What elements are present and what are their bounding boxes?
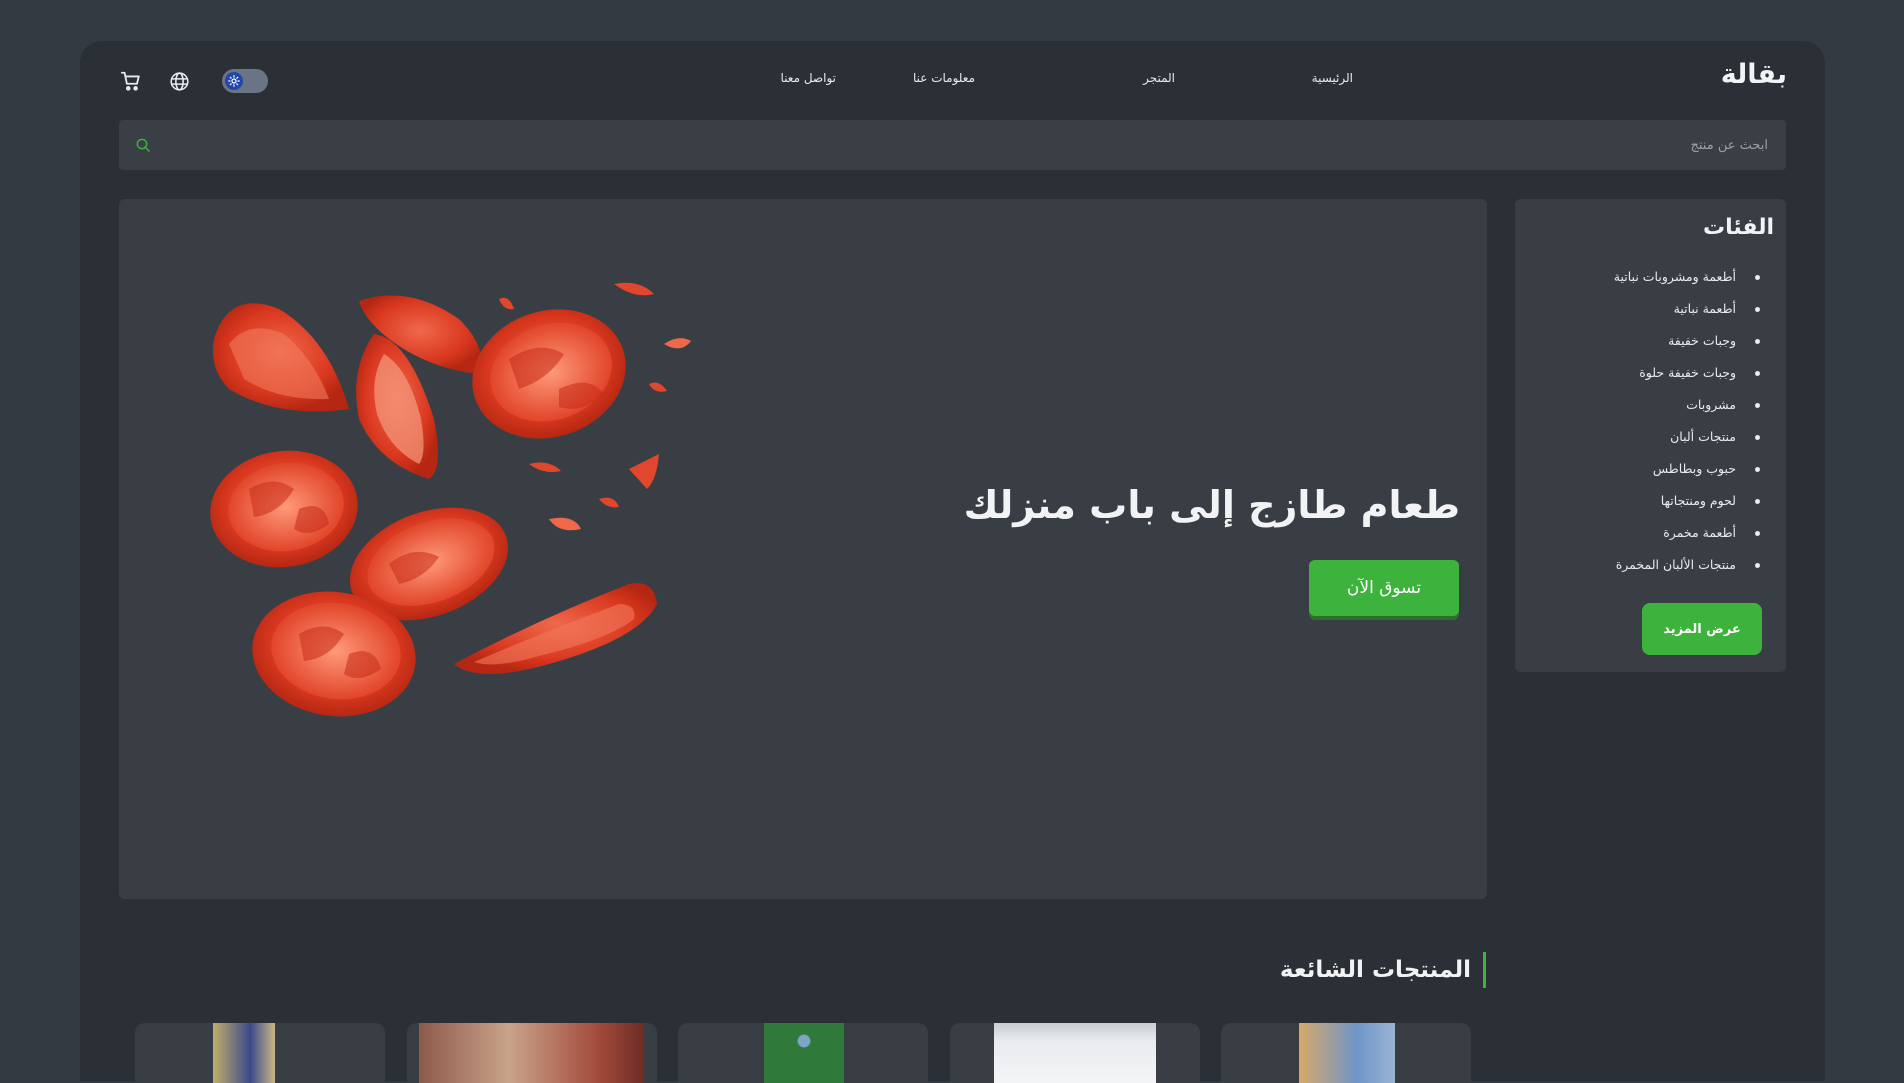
nav-about[interactable]: معلومات عنا: [913, 71, 975, 85]
product-card[interactable]: [135, 1023, 385, 1083]
category-item[interactable]: أطعمة نباتية: [1614, 299, 1761, 331]
header: بقالة الرئيسية المتجر معلومات عنا تواصل …: [80, 41, 1825, 121]
categories-title: الفئات: [1703, 215, 1774, 240]
globe-icon: [169, 71, 189, 91]
search-bar: [119, 120, 1786, 170]
search-input[interactable]: [119, 120, 1786, 170]
sun-icon: [228, 75, 240, 87]
product-card[interactable]: [407, 1023, 657, 1083]
categories-list: أطعمة ومشروبات نباتية أطعمة نباتية وجبات…: [1614, 267, 1761, 587]
main-nav: الرئيسية المتجر معلومات عنا تواصل معنا: [80, 71, 1825, 91]
category-item[interactable]: حبوب وبطاطس: [1614, 459, 1761, 491]
category-item[interactable]: أطعمة ومشروبات نباتية: [1614, 267, 1761, 299]
nav-shop[interactable]: المتجر: [1143, 71, 1175, 85]
page-container: بقالة الرئيسية المتجر معلومات عنا تواصل …: [80, 41, 1825, 1083]
category-item[interactable]: منتجات الألبان المخمرة: [1614, 555, 1761, 587]
product-card[interactable]: [678, 1023, 928, 1083]
cart-icon: [120, 71, 140, 91]
language-button[interactable]: [166, 68, 192, 94]
theme-toggle[interactable]: [222, 69, 268, 93]
category-item[interactable]: منتجات ألبان: [1614, 427, 1761, 459]
search-icon[interactable]: [135, 137, 151, 153]
hero-banner: طعام طازج إلى باب منزلك تسوق الآن: [119, 199, 1487, 899]
hero-title: طعام طازج إلى باب منزلك: [963, 483, 1460, 527]
popular-products-title: المنتجات الشائعة: [1280, 952, 1486, 988]
nav-contact[interactable]: تواصل معنا: [781, 71, 836, 85]
categories-panel: الفئات أطعمة ومشروبات نباتية أطعمة نباتي…: [1515, 199, 1786, 672]
theme-toggle-knob: [225, 72, 243, 90]
product-image: [213, 1023, 275, 1083]
header-tools: [118, 66, 268, 96]
shop-now-button[interactable]: تسوق الآن: [1309, 560, 1459, 616]
products-row: [135, 1023, 1495, 1083]
product-image: [419, 1023, 644, 1083]
category-item[interactable]: لحوم ومنتجاتها: [1614, 491, 1761, 523]
category-item[interactable]: وجبات خفيفة: [1614, 331, 1761, 363]
category-item[interactable]: مشروبات: [1614, 395, 1761, 427]
category-item[interactable]: وجبات خفيفة حلوة: [1614, 363, 1761, 395]
category-item[interactable]: أطعمة مخمرة: [1614, 523, 1761, 555]
product-image: [994, 1023, 1156, 1083]
nav-home[interactable]: الرئيسية: [1312, 71, 1353, 85]
tomato-slices-image: [210, 282, 691, 717]
product-image: [764, 1023, 844, 1083]
product-card[interactable]: [1221, 1023, 1471, 1083]
cart-button[interactable]: [118, 68, 144, 94]
product-image: [1299, 1023, 1395, 1083]
product-card[interactable]: [950, 1023, 1200, 1083]
show-more-button[interactable]: عرض المزيد: [1642, 603, 1762, 655]
